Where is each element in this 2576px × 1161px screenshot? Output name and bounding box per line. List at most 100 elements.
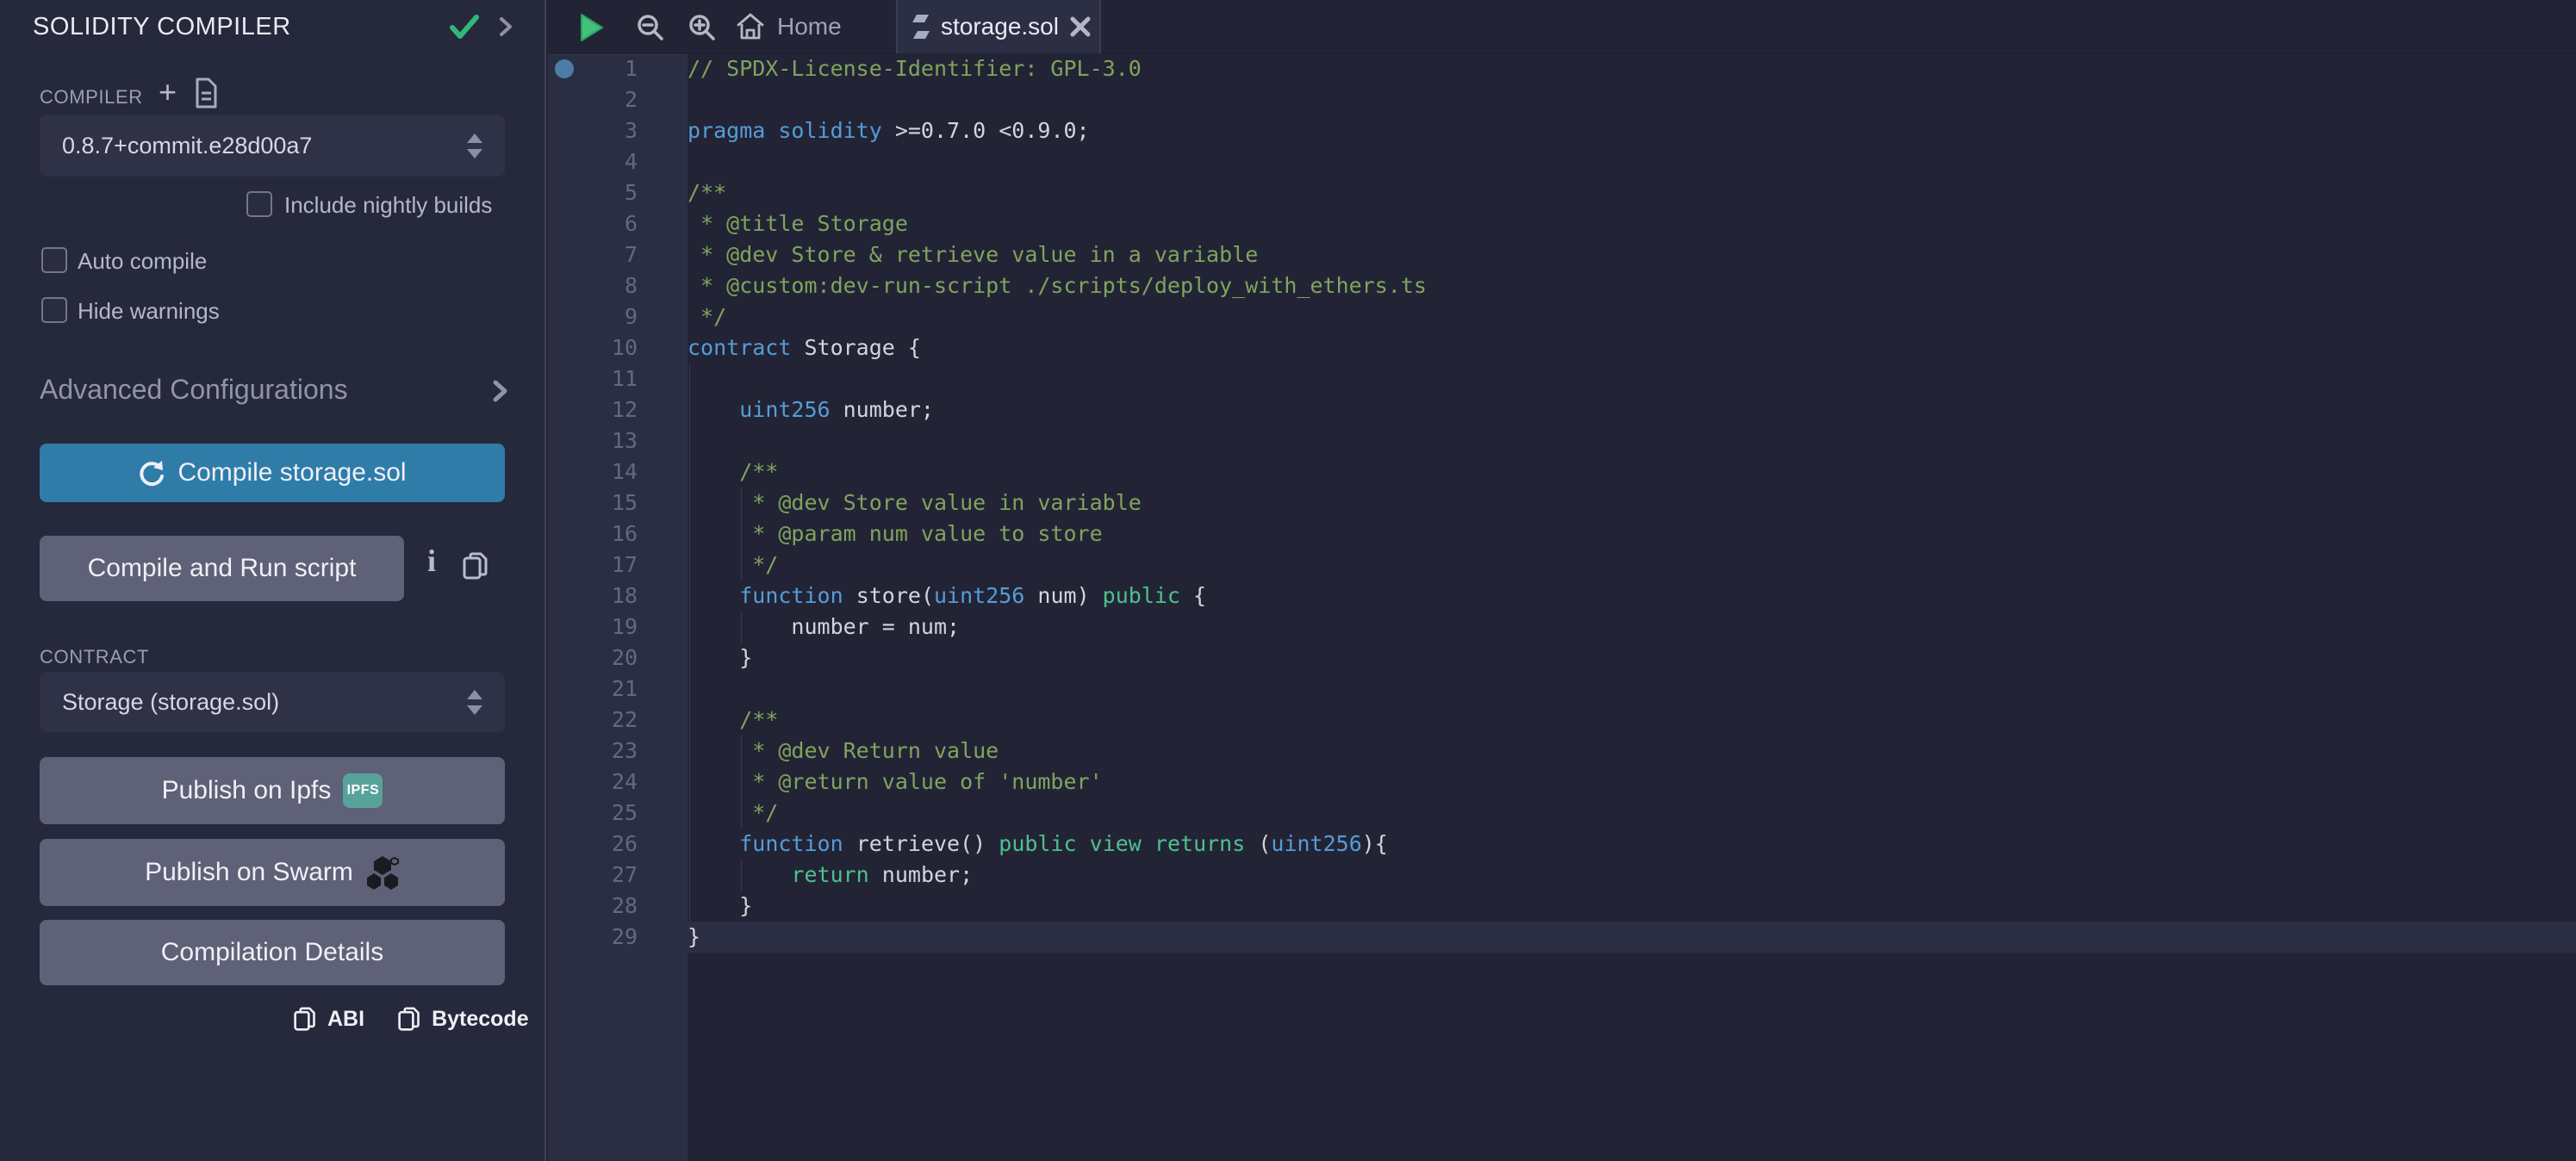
zoom-in-icon[interactable]: [688, 13, 717, 42]
gutter-cell[interactable]: 11: [548, 363, 688, 394]
indent-guide: [689, 643, 690, 674]
copy-abi-icon[interactable]: [293, 1006, 317, 1032]
copy-bytecode-icon[interactable]: [397, 1006, 421, 1032]
gutter-cell[interactable]: 16: [548, 518, 688, 549]
code-line[interactable]: 26 function retrieve() public view retur…: [548, 829, 2576, 860]
advanced-configurations-chevron-icon[interactable]: [489, 379, 510, 403]
code-token: function: [739, 831, 843, 856]
gutter-cell[interactable]: 4: [548, 146, 688, 177]
code-line[interactable]: 27 return number;: [548, 860, 2576, 891]
gutter-cell[interactable]: 9: [548, 301, 688, 332]
contract-select[interactable]: Storage (storage.sol): [40, 672, 505, 732]
gutter-cell[interactable]: 13: [548, 425, 688, 456]
gutter-cell[interactable]: 17: [548, 549, 688, 580]
code-line[interactable]: 2: [548, 84, 2576, 115]
code-line[interactable]: 18 function store(uint256 num) public {: [548, 580, 2576, 612]
gutter-cell[interactable]: 22: [548, 705, 688, 736]
gutter-cell[interactable]: 7: [548, 239, 688, 270]
code-line[interactable]: 9 */: [548, 301, 2576, 332]
gutter-cell[interactable]: 14: [548, 456, 688, 487]
include-nightly-checkbox[interactable]: [246, 191, 272, 217]
code-token: */: [688, 552, 778, 577]
code-line[interactable]: 3pragma solidity >=0.7.0 <0.9.0;: [548, 115, 2576, 146]
code-line[interactable]: 8 * @custom:dev-run-script ./scripts/dep…: [548, 270, 2576, 301]
code-line[interactable]: 24 * @return value of 'number': [548, 767, 2576, 798]
gutter-cell[interactable]: 29: [548, 922, 688, 953]
auto-compile-label[interactable]: Auto compile: [78, 248, 207, 274]
gutter-cell[interactable]: 25: [548, 798, 688, 829]
line-number: 26: [612, 829, 638, 860]
abi-button[interactable]: ABI: [327, 1007, 364, 1032]
gutter-cell[interactable]: 12: [548, 394, 688, 425]
code-line[interactable]: 22 /**: [548, 705, 2576, 736]
bytecode-button[interactable]: Bytecode: [432, 1007, 529, 1032]
gutter-cell[interactable]: 21: [548, 674, 688, 705]
line-number: 29: [612, 922, 638, 953]
gutter-cell[interactable]: 28: [548, 891, 688, 922]
copy-script-icon[interactable]: [462, 551, 489, 580]
add-compiler-icon[interactable]: +: [159, 74, 177, 110]
gutter-cell[interactable]: 24: [548, 767, 688, 798]
code-line[interactable]: 6 * @title Storage: [548, 208, 2576, 239]
code-line[interactable]: 25 */: [548, 798, 2576, 829]
code-area[interactable]: 1// SPDX-License-Identifier: GPL-3.023pr…: [548, 53, 2576, 953]
compiler-version-value: 0.8.7+commit.e28d00a7: [62, 133, 312, 159]
hide-warnings-label[interactable]: Hide warnings: [78, 298, 220, 324]
gutter-cell[interactable]: 3: [548, 115, 688, 146]
publish-swarm-button[interactable]: Publish on Swarm: [40, 839, 505, 906]
code-line[interactable]: 7 * @dev Store & retrieve value in a var…: [548, 239, 2576, 270]
code-line[interactable]: 29}: [548, 922, 2576, 953]
gutter-cell[interactable]: 1: [548, 53, 688, 84]
gutter-cell[interactable]: 10: [548, 332, 688, 363]
code-line[interactable]: 15 * @dev Store value in variable: [548, 487, 2576, 518]
tab-home[interactable]: Home: [724, 0, 854, 53]
indent-guide: [689, 829, 690, 860]
gutter-cell[interactable]: 19: [548, 612, 688, 643]
code-line[interactable]: 11: [548, 363, 2576, 394]
compilation-details-button[interactable]: Compilation Details: [40, 920, 505, 985]
gutter-cell[interactable]: 27: [548, 860, 688, 891]
gutter-cell[interactable]: 5: [548, 177, 688, 208]
gutter-cell[interactable]: 2: [548, 84, 688, 115]
code-line[interactable]: 1// SPDX-License-Identifier: GPL-3.0: [548, 53, 2576, 84]
run-script-play-icon[interactable]: [576, 12, 607, 43]
gutter-cell[interactable]: 26: [548, 829, 688, 860]
gutter-cell[interactable]: 6: [548, 208, 688, 239]
compile-and-run-button[interactable]: Compile and Run script: [40, 536, 404, 601]
breakpoint-dot-icon[interactable]: [555, 59, 574, 78]
close-tab-icon[interactable]: [1069, 16, 1092, 38]
code-line[interactable]: 12 uint256 number;: [548, 394, 2576, 425]
publish-ipfs-button[interactable]: Publish on Ipfs IPFS: [40, 757, 505, 824]
gutter-cell[interactable]: 18: [548, 580, 688, 612]
code-line[interactable]: 13: [548, 425, 2576, 456]
code-line[interactable]: 20 }: [548, 643, 2576, 674]
code-line[interactable]: 4: [548, 146, 2576, 177]
code-line[interactable]: 23 * @dev Return value: [548, 736, 2576, 767]
code-line[interactable]: 14 /**: [548, 456, 2576, 487]
code-line[interactable]: 10contract Storage {: [548, 332, 2576, 363]
hide-warnings-checkbox[interactable]: [41, 297, 67, 323]
code-line[interactable]: 19 number = num;: [548, 612, 2576, 643]
auto-compile-checkbox[interactable]: [41, 247, 67, 273]
info-icon[interactable]: i: [427, 543, 436, 579]
indent-guide: [689, 549, 690, 580]
gutter-cell[interactable]: 15: [548, 487, 688, 518]
zoom-out-icon[interactable]: [636, 13, 665, 42]
line-number: 27: [612, 860, 638, 891]
code-line[interactable]: 5/**: [548, 177, 2576, 208]
code-line[interactable]: 16 * @param num value to store: [548, 518, 2576, 549]
gutter-cell[interactable]: 8: [548, 270, 688, 301]
gutter-cell[interactable]: 23: [548, 736, 688, 767]
code-line[interactable]: 17 */: [548, 549, 2576, 580]
code-token: pragma solidity: [688, 118, 882, 143]
compile-button[interactable]: Compile storage.sol: [40, 444, 505, 502]
tab-storage-sol[interactable]: storage.sol: [896, 0, 1101, 53]
compiler-doc-icon[interactable]: [193, 78, 219, 109]
panel-collapse-chevron-icon[interactable]: [496, 16, 515, 38]
gutter-cell[interactable]: 20: [548, 643, 688, 674]
code-line[interactable]: 28 }: [548, 891, 2576, 922]
include-nightly-label[interactable]: Include nightly builds: [284, 192, 492, 218]
code-line[interactable]: 21: [548, 674, 2576, 705]
advanced-configurations-header[interactable]: Advanced Configurations: [40, 374, 348, 406]
compiler-version-select[interactable]: 0.8.7+commit.e28d00a7: [40, 115, 505, 177]
